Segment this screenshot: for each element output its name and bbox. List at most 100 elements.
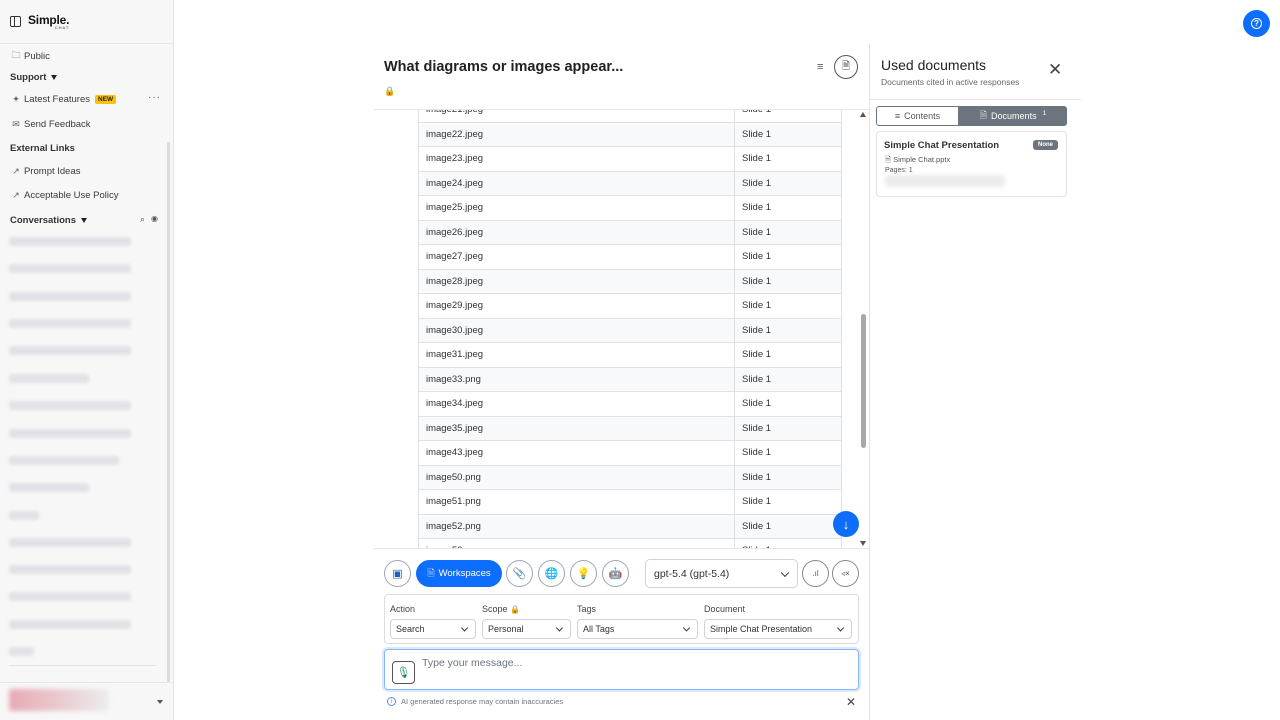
list-icon: ≡ — [894, 111, 901, 121]
slide-cell: Slide 1 — [734, 170, 842, 196]
sidebar-item-label: Acceptable Use Policy — [24, 189, 119, 201]
conversation-item[interactable] — [9, 346, 131, 355]
slide-cell: Slide 1 — [734, 415, 842, 441]
scroll-to-bottom-button[interactable]: ↓ — [833, 511, 859, 537]
help-button[interactable]: ? — [1243, 10, 1270, 37]
sidebar-item-label: Latest Features — [24, 93, 91, 105]
workspaces-button[interactable]: 🗎 Workspaces — [416, 560, 502, 587]
web-search-button[interactable]: 🌐 — [538, 560, 565, 587]
user-profile[interactable] — [0, 682, 173, 720]
sidebar-item-prompt-ideas[interactable]: ↗ Prompt Ideas — [10, 164, 80, 178]
sidebar-section-external-links: External Links — [10, 141, 75, 155]
image-file-cell: image31.jpeg — [418, 342, 735, 368]
disclaimer-text: AI generated response may contain inaccu… — [401, 697, 564, 706]
action-select[interactable]: Search — [390, 619, 476, 639]
attach-file-button[interactable]: 📎 — [506, 560, 533, 587]
sidebar-item-acceptable-use[interactable]: ↗ Acceptable Use Policy — [10, 188, 119, 202]
table-row: image27.jpeg Slide 1 — [418, 244, 842, 270]
voice-output-button[interactable]: ◃× — [832, 560, 859, 587]
slide-cell: Slide 1 — [734, 538, 842, 548]
sidebar-section-conversations[interactable]: Conversations — [10, 213, 87, 227]
sidebar-section-support[interactable]: Support — [10, 70, 58, 84]
reasoning-effort-button[interactable]: .ıl — [802, 560, 829, 587]
image-file-cell: image29.jpeg — [418, 293, 735, 319]
conversation-item[interactable] — [9, 292, 131, 301]
brand-logo[interactable]: Simple. CHAT — [28, 14, 69, 30]
sidebar-toggle-icon[interactable] — [10, 16, 21, 27]
conversation-item[interactable] — [9, 319, 131, 328]
table-row: image25.jpeg Slide 1 — [418, 195, 842, 221]
tab-documents[interactable]: 🗎 Documents 1 — [959, 106, 1067, 126]
sidebar-scrollbar[interactable] — [167, 142, 170, 682]
sidebar: Simple. CHAT 🗀 Public Support ✦ Latest F… — [0, 0, 174, 720]
scrollbar-thumb[interactable] — [861, 314, 866, 448]
document-icon: 🗎 — [427, 567, 435, 578]
eye-icon[interactable]: ◉ — [151, 214, 158, 223]
conversation-item[interactable] — [9, 401, 131, 410]
table-row: image52.png Slide 1 — [418, 513, 842, 539]
scroll-up-icon[interactable] — [860, 112, 866, 117]
conversation-item[interactable] — [9, 456, 119, 465]
filter-lines-icon[interactable]: ≡ — [817, 61, 823, 73]
voice-input-button[interactable]: 🎙 — [392, 661, 415, 684]
image-generation-button[interactable]: ▣ — [384, 560, 411, 587]
sidebar-item-public[interactable]: 🗀 Public — [10, 49, 50, 63]
conversation-item[interactable] — [9, 483, 89, 492]
tab-label: Contents — [904, 111, 941, 121]
tab-contents[interactable]: ≡ Contents — [876, 106, 959, 126]
chevron-down-icon — [780, 568, 790, 577]
tab-label: Documents — [991, 111, 1037, 121]
classification-badge: None — [1033, 140, 1058, 150]
conversation-item[interactable] — [9, 374, 89, 383]
conversation-item[interactable] — [9, 511, 39, 520]
feedback-icon: ✉ — [12, 118, 20, 129]
signal-bars-icon: .ıl — [812, 569, 819, 578]
conversation-item[interactable] — [9, 429, 131, 438]
tags-select[interactable]: All Tags — [577, 619, 698, 639]
caret-down-icon — [51, 74, 58, 80]
globe-icon: 🌐 — [544, 568, 559, 580]
conversation-item[interactable] — [9, 237, 131, 246]
sidebar-item-send-feedback[interactable]: ✉ Send Feedback — [10, 117, 90, 131]
documents-panel-button[interactable]: 🗎 — [834, 55, 858, 79]
conversation-item[interactable] — [9, 264, 131, 273]
tags-select-value: All Tags — [583, 624, 615, 634]
close-panel-icon[interactable]: ✕ — [1048, 60, 1062, 80]
agent-button[interactable]: 🤖 — [602, 560, 629, 587]
image-file-cell: image27.jpeg — [418, 244, 735, 270]
file-name: Simple Chat.pptx — [893, 155, 951, 164]
slide-cell: Slide 1 — [734, 317, 842, 343]
scope-select[interactable]: Personal — [482, 619, 571, 639]
images-table: image21.jpegSlide 1image22.jpegSlide 1im… — [418, 110, 842, 548]
chat-scrollbar[interactable] — [859, 110, 869, 548]
lock-icon: 🔒 — [510, 605, 521, 614]
new-badge: NEW — [95, 94, 117, 104]
sidebar-item-latest-features[interactable]: ✦ Latest Features NEW — [10, 92, 117, 106]
action-label: Action — [390, 604, 416, 614]
chevron-down-icon — [836, 624, 845, 632]
conversation-item[interactable] — [9, 565, 131, 574]
conversation-item[interactable] — [9, 647, 34, 656]
sidebar-item-label: Public — [24, 50, 50, 62]
table-row: image33.png Slide 1 — [418, 366, 842, 392]
chevron-down-icon — [555, 624, 564, 632]
message-input[interactable]: 🎙 Type your message... — [384, 649, 859, 690]
more-options-icon[interactable]: ··· — [148, 92, 161, 103]
sidebar-header: Simple. CHAT — [0, 0, 173, 44]
external-link-icon: ↗ — [12, 165, 20, 176]
conversation-item[interactable] — [9, 538, 131, 547]
model-select-value: gpt-5.4 (gpt-5.4) — [654, 567, 730, 580]
conversation-item[interactable] — [9, 620, 131, 629]
close-disclaimer-icon[interactable]: ✕ — [846, 695, 856, 709]
prompt-suggestions-button[interactable]: 💡 — [570, 560, 597, 587]
image-file-cell: image23.jpeg — [418, 146, 735, 172]
model-select[interactable]: gpt-5.4 (gpt-5.4) — [645, 559, 798, 588]
conversation-item[interactable] — [9, 592, 131, 601]
search-icon[interactable]: ⌕ — [140, 214, 145, 225]
image-file-cell: image22.jpeg — [418, 121, 735, 147]
scope-label-text: Scope — [482, 604, 508, 614]
slide-cell: Slide 1 — [734, 342, 842, 368]
document-select[interactable]: Simple Chat Presentation — [704, 619, 852, 639]
document-card[interactable]: Simple Chat Presentation None 🗎 Simple C… — [876, 131, 1067, 197]
scroll-down-icon[interactable] — [860, 541, 866, 546]
